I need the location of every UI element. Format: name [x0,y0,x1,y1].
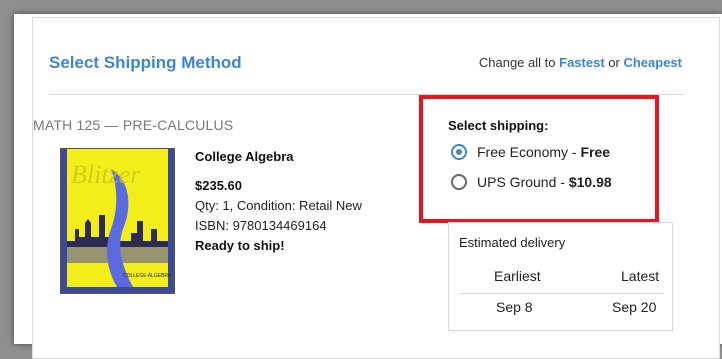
latest-date: Sep 20 [612,299,657,315]
option-separator: - [568,144,581,160]
book-cover-art: Blitzer COLLEGE ALGEBRA [61,149,174,293]
shipping-option-ups-ground[interactable]: UPS Ground - $10.98 [451,174,612,190]
radio-selected-icon[interactable] [451,144,467,160]
shipping-option-free-economy[interactable]: Free Economy - Free [451,144,610,160]
estimated-delivery-box: Estimated delivery Earliest Latest Sep 8… [448,222,673,331]
section-title: Select Shipping Method [49,53,242,72]
delivery-divider [459,293,664,294]
or-text: or [608,55,620,70]
ready-status: Ready to ship! [195,238,285,253]
option-price: Free [580,144,611,160]
cover-author-text: Blitzer [71,160,141,189]
select-shipping-label: Select shipping: [448,118,549,133]
option-name: UPS Ground [477,174,557,190]
book-price: $235.60 [195,178,242,193]
earliest-date: Sep 8 [496,299,533,315]
book-title: College Algebra [195,149,294,164]
estimated-delivery-title: Estimated delivery [459,235,566,250]
earliest-header: Earliest [494,268,541,284]
fastest-link[interactable]: Fastest [559,55,605,70]
book-qty-condition: Qty: 1, Condition: Retail New [195,198,362,213]
change-all-text: Change all to Fastest or Cheapest [479,55,682,70]
change-all-prefix: Change all to [478,55,556,70]
cover-subject-text: COLLEGE ALGEBRA [123,273,172,279]
option-separator: - [556,174,569,190]
cheapest-link[interactable]: Cheapest [623,55,682,70]
book-isbn: ISBN: 9780134469164 [195,218,327,233]
course-heading: MATH 125 — PRE-CALCULUS [33,117,234,133]
option-name: Free Economy [477,144,569,160]
option-price: $10.98 [568,174,612,190]
radio-unselected-icon[interactable] [451,174,467,190]
book-cover-image: Blitzer COLLEGE ALGEBRA [60,148,175,294]
latest-header: Latest [621,268,660,284]
